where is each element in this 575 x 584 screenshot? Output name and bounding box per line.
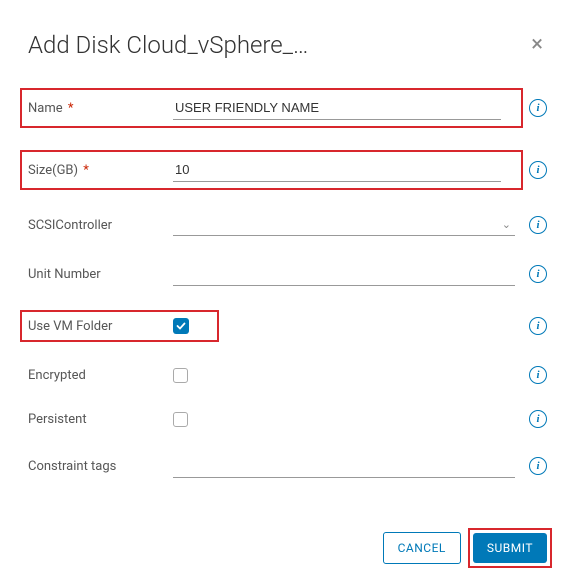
close-icon[interactable]: ×	[527, 30, 547, 60]
unit-input[interactable]	[173, 262, 515, 286]
info-icon[interactable]: i	[529, 410, 547, 428]
submit-button[interactable]: SUBMIT	[473, 533, 547, 563]
encrypted-label: Encrypted	[28, 368, 173, 383]
cancel-button[interactable]: CANCEL	[383, 532, 461, 564]
encrypted-checkbox[interactable]	[173, 368, 188, 383]
persistent-label: Persistent	[28, 412, 173, 427]
scsi-select[interactable]: ⌄	[173, 214, 515, 236]
constraint-input[interactable]	[173, 454, 515, 478]
info-icon[interactable]: i	[529, 216, 547, 234]
scsi-label: SCSIController	[28, 218, 173, 233]
name-input[interactable]	[173, 96, 501, 120]
vmfolder-checkbox[interactable]	[173, 318, 189, 334]
unit-label: Unit Number	[28, 267, 173, 282]
info-icon[interactable]: i	[529, 317, 547, 335]
vmfolder-label: Use VM Folder	[28, 319, 173, 334]
info-icon[interactable]: i	[529, 161, 547, 179]
dialog-title: Add Disk Cloud_vSphere_…	[28, 31, 308, 59]
info-icon[interactable]: i	[529, 366, 547, 384]
info-icon[interactable]: i	[529, 457, 547, 475]
info-icon[interactable]: i	[529, 265, 547, 283]
constraint-label: Constraint tags	[28, 459, 173, 474]
name-label: Name *	[28, 101, 173, 116]
info-icon[interactable]: i	[529, 99, 547, 117]
check-icon	[176, 321, 186, 331]
persistent-checkbox[interactable]	[173, 412, 188, 427]
size-label: Size(GB) *	[28, 163, 173, 178]
chevron-down-icon: ⌄	[502, 218, 511, 231]
size-input[interactable]	[173, 158, 501, 182]
